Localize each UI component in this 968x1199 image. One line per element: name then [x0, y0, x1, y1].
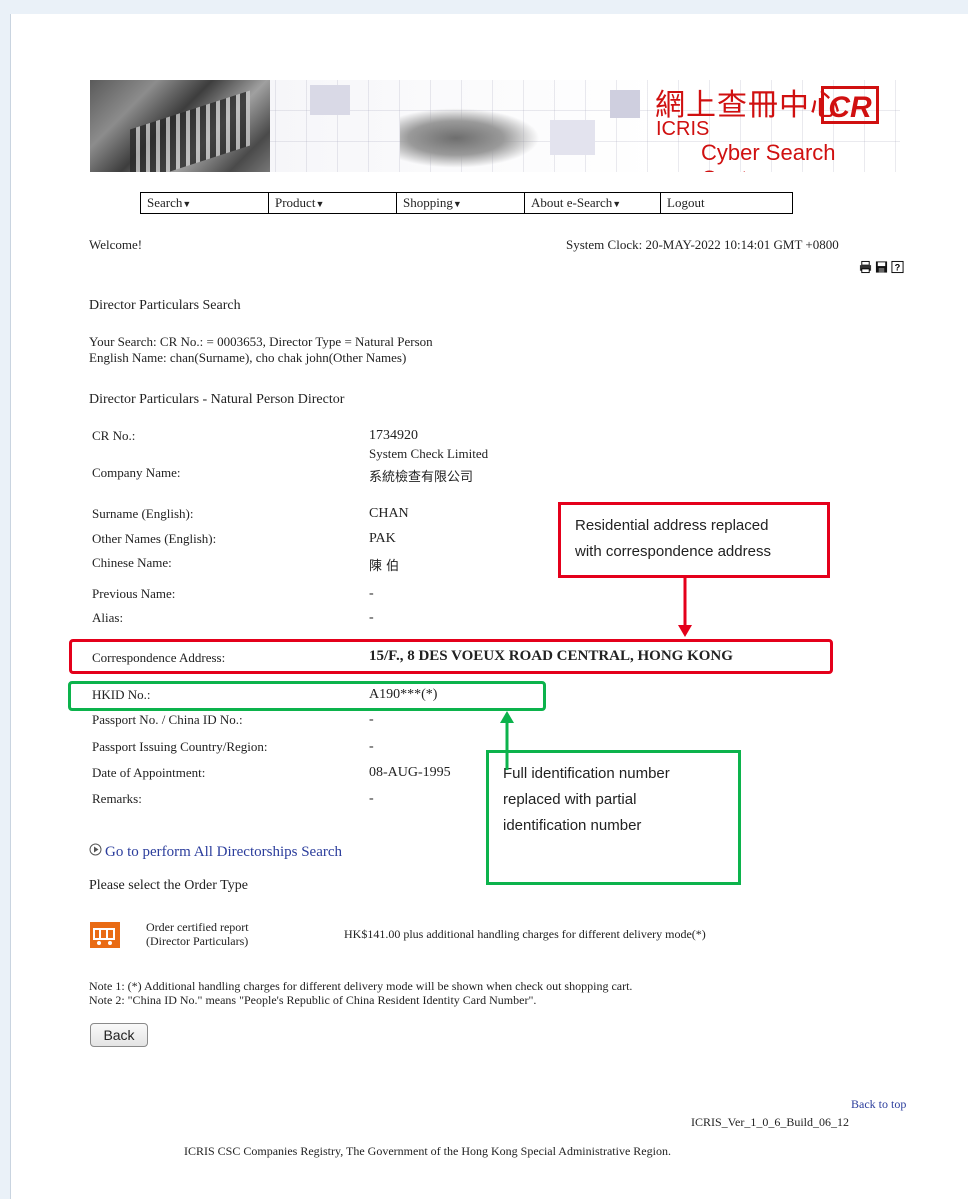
correspondence-address-label: Correspondence Address: [92, 650, 226, 665]
callout-green-line3: identification number [503, 817, 642, 834]
banner-subtitle: Cyber Search Centre [701, 140, 836, 172]
icris-banner: 網上查冊中心 CR ICRIS Cyber Search Centre [90, 80, 900, 172]
banner-icris: ICRIS [656, 118, 710, 140]
company-name-label: Company Name: [92, 465, 181, 480]
banner-square [310, 85, 350, 115]
remarks-label: Remarks: [92, 791, 142, 806]
surname-label: Surname (English): [92, 506, 194, 521]
help-icon[interactable]: ? [891, 260, 904, 274]
nav-logout[interactable]: Logout [661, 193, 792, 213]
alias-value: - [369, 610, 374, 625]
previous-name-value: - [369, 586, 374, 601]
shopping-cart-icon[interactable] [90, 922, 120, 948]
residential-address-callout: Residential address replaced with corres… [558, 502, 830, 578]
order-item-label[interactable]: Order certified report (Director Particu… [146, 920, 249, 948]
play-circle-icon [89, 843, 102, 856]
note-2: Note 2: "China ID No." means "People's R… [89, 993, 537, 1007]
nav-search-label: Search [147, 195, 183, 210]
nav-about-label: About e-Search [531, 195, 613, 210]
callout-red-line2: with correspondence address [575, 543, 771, 560]
chinese-name-label: Chinese Name: [92, 555, 172, 570]
toolbar-icons: ? [859, 260, 904, 274]
other-names-label: Other Names (English): [92, 531, 217, 546]
red-arrow-icon [678, 577, 692, 637]
banner-square [550, 120, 595, 155]
top-nav: Search▼ Product▼ Shopping▼ About e-Searc… [140, 192, 793, 214]
dropdown-arrow-icon: ▼ [182, 199, 192, 209]
all-directorships-link[interactable]: Go to perform All Directorships Search [89, 838, 342, 861]
order-type-title: Please select the Order Type [89, 878, 248, 893]
dropdown-arrow-icon: ▼ [452, 199, 462, 209]
appointment-date-value: 08-AUG-1995 [369, 765, 451, 780]
passport-country-label: Passport Issuing Country/Region: [92, 739, 268, 754]
your-search-line2: English Name: chan(Surname), cho chak jo… [89, 350, 407, 365]
dropdown-arrow-icon: ▼ [315, 199, 325, 209]
back-button[interactable]: Back [90, 1023, 148, 1047]
order-item-line2: (Director Particulars) [146, 934, 249, 948]
appointment-date-label: Date of Appointment: [92, 765, 206, 780]
callout-green-line1: Full identification number [503, 765, 670, 782]
nav-logout-label: Logout [667, 195, 705, 210]
passport-label: Passport No. / China ID No.: [92, 712, 243, 727]
copyright-text: ICRIS CSC Companies Registry, The Govern… [184, 1144, 671, 1158]
nav-product-label: Product [275, 195, 316, 210]
callout-red-line1: Residential address replaced [575, 517, 769, 534]
save-icon[interactable] [875, 260, 888, 274]
system-clock: System Clock: 20-MAY-2022 10:14:01 GMT +… [566, 237, 839, 252]
hkid-value: A190***(*) [369, 687, 438, 702]
all-directorships-link-text[interactable]: Go to perform All Directorships Search [105, 844, 342, 861]
order-item-line1: Order certified report [146, 920, 249, 934]
svg-text:?: ? [895, 263, 901, 273]
callout-green-line2: replaced with partial [503, 791, 637, 808]
version-text: ICRIS_Ver_1_0_6_Build_06_12 [691, 1115, 850, 1129]
remarks-value: - [369, 791, 374, 806]
dropdown-arrow-icon: ▼ [612, 199, 622, 209]
passport-value: - [369, 712, 374, 727]
nav-about[interactable]: About e-Search▼ [525, 193, 661, 213]
other-names-value: PAK [369, 531, 396, 546]
your-search-line1: Your Search: CR No.: = 0003653, Director… [89, 334, 433, 349]
banner-map-image [400, 108, 540, 168]
company-name-en: System Check Limited [369, 446, 489, 461]
company-name-zh: 系統檢查有限公司 [369, 470, 474, 485]
particulars-section-title: Director Particulars - Natural Person Di… [89, 392, 345, 407]
identification-number-callout: Full identification number replaced with… [486, 750, 741, 885]
surname-value: CHAN [369, 506, 409, 521]
nav-shopping[interactable]: Shopping▼ [397, 193, 525, 213]
passport-country-value: - [369, 739, 374, 754]
cr-no-label: CR No.: [92, 428, 136, 443]
banner-square [610, 90, 640, 118]
cr-logo: CR [821, 86, 879, 124]
alias-label: Alias: [92, 610, 124, 625]
order-price-text: HK$141.00 plus additional handling charg… [344, 927, 706, 941]
nav-product[interactable]: Product▼ [269, 193, 397, 213]
nav-shopping-label: Shopping [403, 195, 453, 210]
note-1: Note 1: (*) Additional handling charges … [89, 979, 633, 993]
welcome-text: Welcome! [89, 237, 143, 252]
director-particulars-search-title: Director Particulars Search [89, 298, 241, 313]
correspondence-address-value: 15/F., 8 DES VOEUX ROAD CENTRAL, HONG KO… [369, 648, 733, 664]
nav-search[interactable]: Search▼ [141, 193, 269, 213]
previous-name-label: Previous Name: [92, 586, 176, 601]
cr-no-value: 1734920 [369, 428, 418, 443]
chinese-name-value: 陳 伯 [369, 559, 400, 574]
green-arrow-icon [500, 711, 514, 770]
back-to-top-link[interactable]: Back to top [851, 1097, 906, 1112]
hkid-label: HKID No.: [92, 687, 151, 702]
print-icon[interactable] [859, 260, 872, 274]
